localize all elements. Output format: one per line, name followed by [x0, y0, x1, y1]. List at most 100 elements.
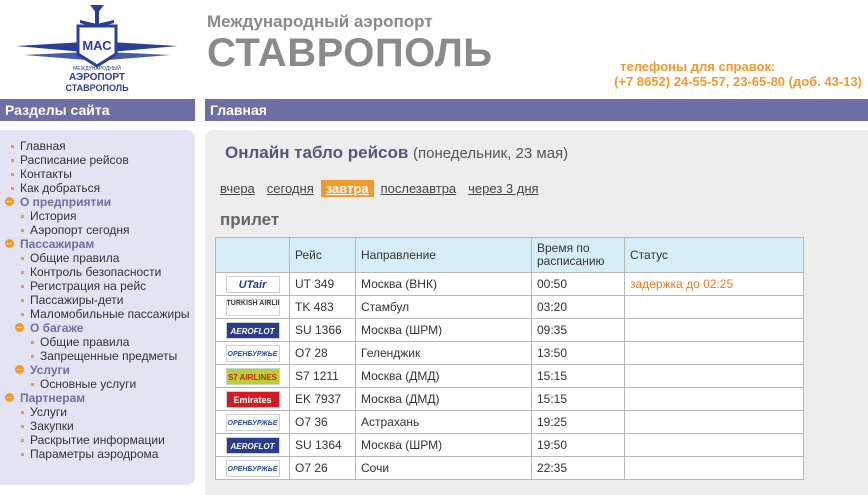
scheduled-time-cell: 15:15: [531, 364, 625, 388]
tab-today[interactable]: сегодня: [262, 180, 319, 197]
sidebar-item-partners[interactable]: Партнерам: [0, 391, 195, 405]
sidebar-item-label: Раскрытие информации: [30, 433, 165, 447]
collapse-icon[interactable]: [15, 365, 24, 374]
bullet-icon: [31, 355, 34, 358]
sidebar-item-prohibited-items[interactable]: Запрещенные предметы: [0, 349, 195, 363]
sidebar-item-label: Пассажиры-дети: [30, 293, 124, 307]
sidebar-item-label: Регистрация на рейс: [30, 279, 147, 293]
aeroflot-logo: AEROFLOT: [225, 321, 280, 339]
sidebar-item-label: Главная: [20, 139, 66, 153]
bullet-icon: [21, 439, 24, 442]
scheduled-time-cell: 19:25: [531, 410, 625, 434]
section-title: прилет: [220, 210, 280, 229]
flight-number-cell: SU 1364: [289, 433, 356, 457]
sidebar-item-label: Общие правила: [30, 251, 120, 265]
sidebar-item-history[interactable]: История: [0, 209, 195, 223]
table-row: AEROFLOT SU 1366 Москва (ШРМ) 09:35: [215, 318, 804, 342]
status-cell: задержка до 02:25: [624, 272, 804, 296]
scheduled-time-cell: 09:35: [531, 318, 625, 342]
sidebar-item-label: Пассажирам: [20, 237, 95, 251]
sidebar-item-about[interactable]: О предприятии: [0, 195, 195, 209]
bullet-icon: [11, 173, 14, 176]
tab-in-3-days[interactable]: через 3 дня: [463, 180, 543, 197]
table-row: S7 AIRLINES S7 1211 Москва (ДМД) 15:15: [215, 364, 804, 388]
sidebar-item-purchases[interactable]: Закупки: [0, 419, 195, 433]
sidebar-item-contacts[interactable]: Контакты: [0, 167, 195, 181]
sidebar-item-how-to-get[interactable]: Как добраться: [0, 181, 195, 195]
s7-logo: S7 AIRLINES: [225, 367, 280, 385]
bullet-icon: [21, 257, 24, 260]
bullet-icon: [21, 285, 24, 288]
status-cell: [624, 318, 804, 342]
status-cell: [624, 410, 804, 434]
sidebar-item-check-in[interactable]: Регистрация на рейс: [0, 279, 195, 293]
bullet-icon: [21, 271, 24, 274]
flight-number-cell: TK 483: [289, 295, 356, 319]
sidebar-item-reduced-mobility[interactable]: Маломобильные пассажиры: [0, 307, 195, 321]
collapse-icon[interactable]: [15, 323, 24, 332]
direction-cell: Астрахань: [355, 410, 532, 434]
sidebar-item-schedule[interactable]: Расписание рейсов: [0, 153, 195, 167]
sidebar-item-label: Услуги: [30, 363, 70, 377]
sidebar-item-security-control[interactable]: Контроль безопасности: [0, 265, 195, 279]
sidebar-item-passengers[interactable]: Пассажирам: [0, 237, 195, 251]
sidebar-item-baggage-rules[interactable]: Общие правила: [0, 335, 195, 349]
sidebar-item-label: Партнерам: [20, 391, 86, 405]
sidebar-item-services-section[interactable]: Услуги: [0, 363, 195, 377]
airline-logo-cell: AEROFLOT: [215, 433, 290, 457]
tab-day-after-tomorrow[interactable]: послезавтра: [376, 180, 462, 197]
status-cell: [624, 456, 804, 480]
sidebar-item-aerodrome-params[interactable]: Параметры аэродрома: [0, 447, 195, 461]
bullet-icon: [21, 313, 24, 316]
airline-logo-cell: S7 AIRLINES: [215, 364, 290, 388]
table-header-row: Рейс Направление Время по расписанию Ста…: [215, 237, 804, 273]
turkish-logo: TURKISH AIRLINES: [225, 298, 280, 316]
sidebar-item-partner-services[interactable]: Услуги: [0, 405, 195, 419]
sidebar-item-children[interactable]: Пассажиры-дети: [0, 293, 195, 307]
emirates-logo: Emirates: [225, 390, 280, 408]
sidebar-item-airport-today[interactable]: Аэропорт сегодня: [0, 223, 195, 237]
sidebar-item-label: Основные услуги: [40, 377, 137, 391]
status-cell: [624, 341, 804, 365]
sidebar-item-baggage[interactable]: О багаже: [0, 321, 195, 335]
scheduled-time-cell: 13:50: [531, 341, 625, 365]
airport-logo[interactable]: МАС МЕЖДУНАРОДНЫЙ АЭРОПОРТ СТАВРОПОЛЬ: [14, 2, 180, 94]
direction-cell: Стамбул: [355, 295, 532, 319]
aeroflot-logo: AEROFLOT: [225, 436, 280, 454]
tab-yesterday[interactable]: вчера: [215, 180, 260, 197]
airline-logo-cell: AEROFLOT: [215, 318, 290, 342]
sidebar-item-label: Запрещенные предметы: [40, 349, 178, 363]
phones-value: (+7 8652) 24-55-57, 23-65-80 (доб. 43-13…: [614, 74, 862, 89]
direction-cell: Москва (ШРМ): [355, 433, 532, 457]
table-row: TURKISH AIRLINES TK 483Стамбул03:20: [215, 295, 804, 319]
table-row: Emirates EK 7937 Москва (ДМД) 15:15: [215, 387, 804, 411]
tab-tomorrow[interactable]: завтра: [320, 180, 374, 197]
orenair-logo: ОРЕНБУРЖЬЕ: [225, 459, 280, 477]
table-row: ОРЕНБУРЖЬЕ O7 36 Астрахань 19:25: [215, 410, 804, 434]
airport-logo-emblem: МАС МЕЖДУНАРОДНЫЙ АЭРОПОРТ СТАВРОПОЛЬ: [16, 5, 178, 93]
airline-logo-cell: ОРЕНБУРЖЬЕ: [215, 341, 290, 365]
bullet-icon: [21, 299, 24, 302]
sidebar-header: Разделы сайта: [0, 99, 195, 121]
logo-mac-text: МАС: [82, 38, 112, 53]
collapse-icon[interactable]: [5, 239, 14, 248]
table-row: ОРЕНБУРЖЬЕ O7 26 Сочи 22:35: [215, 456, 804, 480]
col-header-flight: Рейс: [289, 237, 356, 273]
utair-logo: UTair: [225, 275, 280, 293]
table-row: UTair UT 349 Москва (ВНК) 00:50 задержка до …: [215, 272, 804, 296]
flights-table: Рейс Направление Время по расписанию Ста…: [215, 237, 804, 480]
sidebar-item-label: Маломобильные пассажиры: [30, 307, 190, 321]
scheduled-time-cell: 03:20: [531, 295, 625, 319]
sidebar-item-label: Контакты: [20, 167, 72, 181]
direction-cell: Москва (ДМД): [355, 364, 532, 388]
bullet-icon: [31, 341, 34, 344]
collapse-icon[interactable]: [5, 197, 14, 206]
sidebar-item-main-services[interactable]: Основные услуги: [0, 377, 195, 391]
sidebar-item-disclosure[interactable]: Раскрытие информации: [0, 433, 195, 447]
status-cell: [624, 433, 804, 457]
sidebar-item-general-rules[interactable]: Общие правила: [0, 251, 195, 265]
sidebar-item-home[interactable]: Главная: [0, 139, 195, 153]
bullet-icon: [31, 383, 34, 386]
airline-logo-cell: Emirates: [215, 387, 290, 411]
collapse-icon[interactable]: [5, 393, 14, 402]
